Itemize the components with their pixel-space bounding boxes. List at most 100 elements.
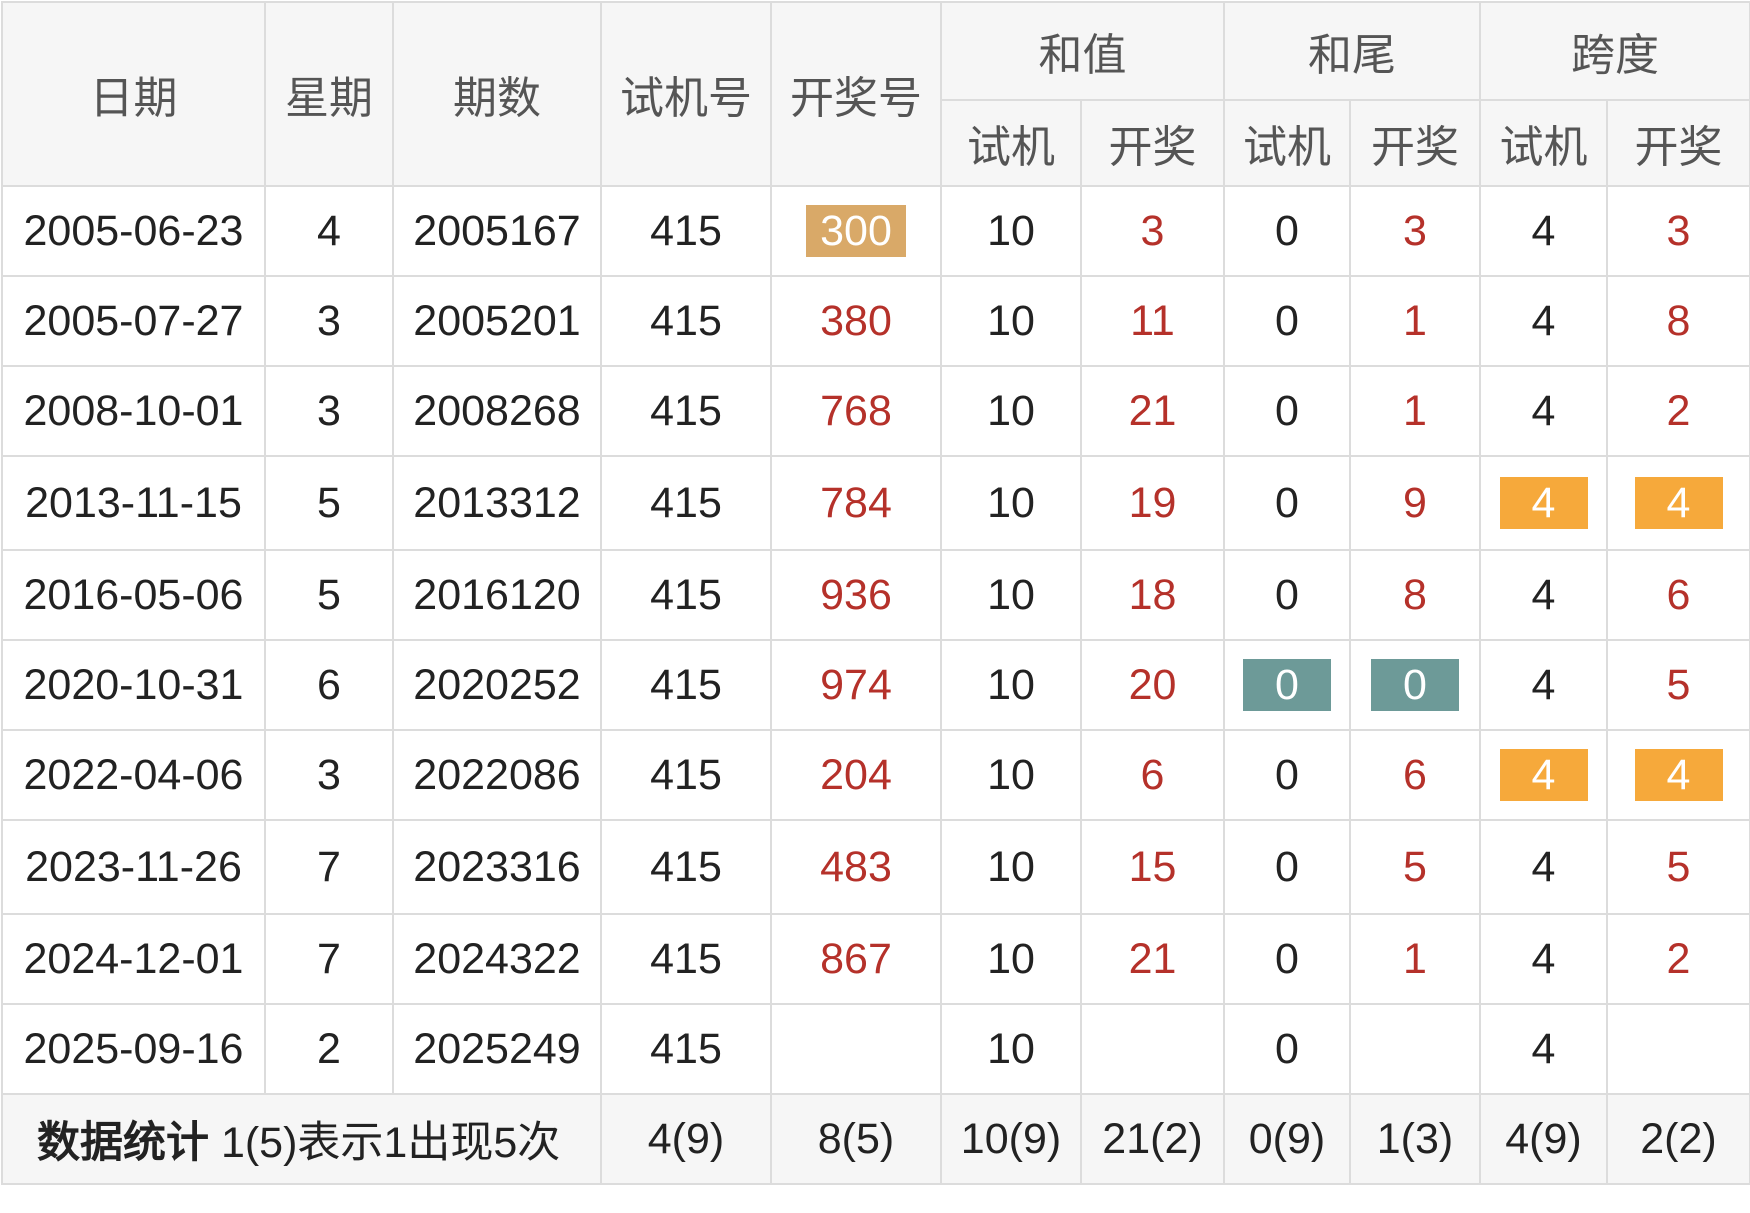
cell-draw-number: 784 xyxy=(770,455,942,551)
cell-sum-test: 10 xyxy=(940,275,1082,367)
cell-issue: 2016120 xyxy=(392,549,602,641)
lottery-history-table: 日期 星期 期数 试机号 开奖号 和值 和尾 跨度 试机 开奖 试机 开奖 试机… xyxy=(1,1,1750,1185)
cell-sum-draw: 20 xyxy=(1080,639,1225,731)
highlight-badge: 300 xyxy=(806,205,906,257)
cell-date: 2024-12-01 xyxy=(1,913,266,1005)
cell-draw-number: 204 xyxy=(770,729,942,821)
stats-sum-draw: 21(2) xyxy=(1080,1093,1225,1185)
cell-test-number: 415 xyxy=(600,819,772,915)
stats-span-test: 4(9) xyxy=(1479,1093,1608,1185)
stats-draw: 8(5) xyxy=(770,1093,942,1185)
cell-draw-number: 768 xyxy=(770,365,942,457)
cell-tail-test: 0 xyxy=(1223,365,1351,457)
highlight-badge: 0 xyxy=(1243,659,1331,711)
cell-test-number: 415 xyxy=(600,639,772,731)
cell-date: 2020-10-31 xyxy=(1,639,266,731)
cell-sum-test: 10 xyxy=(940,365,1082,457)
cell-weekday: 5 xyxy=(264,549,394,641)
cell-test-number: 415 xyxy=(600,1003,772,1095)
cell-weekday: 6 xyxy=(264,639,394,731)
cell-date: 2023-11-26 xyxy=(1,819,266,915)
cell-tail-test: 0 xyxy=(1223,819,1351,915)
cell-tail-test: 0 xyxy=(1223,913,1351,1005)
cell-weekday: 3 xyxy=(264,365,394,457)
cell-draw-number: 483 xyxy=(770,819,942,915)
cell-sum-test: 10 xyxy=(940,549,1082,641)
cell-date: 2013-11-15 xyxy=(1,455,266,551)
cell-span-test: 4 xyxy=(1479,729,1608,821)
cell-weekday: 3 xyxy=(264,275,394,367)
cell-test-number: 415 xyxy=(600,913,772,1005)
cell-weekday: 7 xyxy=(264,913,394,1005)
cell-sum-draw: 21 xyxy=(1080,365,1225,457)
cell-weekday: 3 xyxy=(264,729,394,821)
stats-note: 1(5)表示1出现5次 xyxy=(220,1119,561,1167)
table-row: 2022-04-06 3 2022086 415 204 10 6 0 6 4 … xyxy=(1,729,1750,821)
cell-sum-test: 10 xyxy=(940,729,1082,821)
cell-test-number: 415 xyxy=(600,275,772,367)
cell-span-test: 4 xyxy=(1479,549,1608,641)
stats-label: 数据统计 xyxy=(37,1119,209,1167)
cell-weekday: 7 xyxy=(264,819,394,915)
header-test-number: 试机号 xyxy=(600,1,772,187)
cell-tail-draw: 0 xyxy=(1349,639,1481,731)
header-draw-number: 开奖号 xyxy=(770,1,942,187)
cell-test-number: 415 xyxy=(600,455,772,551)
highlight-badge: 4 xyxy=(1499,749,1588,801)
cell-span-test: 4 xyxy=(1479,455,1608,551)
cell-draw-number: 300 xyxy=(770,185,942,277)
cell-span-test: 4 xyxy=(1479,819,1608,915)
header-tail-draw: 开奖 xyxy=(1349,99,1481,187)
cell-issue: 2005167 xyxy=(392,185,602,277)
cell-tail-draw: 6 xyxy=(1349,729,1481,821)
cell-span-draw: 3 xyxy=(1606,185,1750,277)
header-tail-test: 试机 xyxy=(1223,99,1351,187)
cell-sum-test: 10 xyxy=(940,1003,1082,1095)
cell-draw-number: 974 xyxy=(770,639,942,731)
cell-tail-test: 0 xyxy=(1223,549,1351,641)
cell-tail-draw: 8 xyxy=(1349,549,1481,641)
cell-tail-draw: 9 xyxy=(1349,455,1481,551)
header-weekday: 星期 xyxy=(264,1,394,187)
cell-span-draw: 4 xyxy=(1606,729,1750,821)
cell-sum-draw: 3 xyxy=(1080,185,1225,277)
cell-tail-test: 0 xyxy=(1223,1003,1351,1095)
stats-tail-test: 0(9) xyxy=(1223,1093,1351,1185)
cell-date: 2025-09-16 xyxy=(1,1003,266,1095)
cell-tail-draw: 3 xyxy=(1349,185,1481,277)
cell-sum-draw: 15 xyxy=(1080,819,1225,915)
cell-issue: 2020252 xyxy=(392,639,602,731)
table-row: 2008-10-01 3 2008268 415 768 10 21 0 1 4… xyxy=(1,365,1750,457)
stats-row: 数据统计 1(5)表示1出现5次 4(9) 8(5) 10(9) 21(2) 0… xyxy=(1,1093,1750,1185)
cell-sum-test: 10 xyxy=(940,819,1082,915)
cell-tail-test: 0 xyxy=(1223,729,1351,821)
header-sum-tail: 和尾 xyxy=(1223,1,1481,101)
cell-span-test: 4 xyxy=(1479,1003,1608,1095)
cell-span-draw: 4 xyxy=(1606,455,1750,551)
table-row: 2020-10-31 6 2020252 415 974 10 20 0 0 4… xyxy=(1,639,1750,731)
cell-sum-test: 10 xyxy=(940,913,1082,1005)
cell-span-draw: 2 xyxy=(1606,913,1750,1005)
cell-issue: 2022086 xyxy=(392,729,602,821)
cell-sum-draw: 19 xyxy=(1080,455,1225,551)
table-row: 2025-09-16 2 2025249 415 10 0 4 xyxy=(1,1003,1750,1095)
highlight-badge: 4 xyxy=(1499,477,1588,529)
cell-issue: 2013312 xyxy=(392,455,602,551)
cell-issue: 2005201 xyxy=(392,275,602,367)
cell-sum-draw: 11 xyxy=(1080,275,1225,367)
cell-weekday: 4 xyxy=(264,185,394,277)
cell-span-test: 4 xyxy=(1479,185,1608,277)
table-row: 2005-06-23 4 2005167 415 300 10 3 0 3 4 … xyxy=(1,185,1750,277)
stats-sum-test: 10(9) xyxy=(940,1093,1082,1185)
cell-draw-number: 936 xyxy=(770,549,942,641)
cell-tail-draw: 5 xyxy=(1349,819,1481,915)
stats-label-cell: 数据统计 1(5)表示1出现5次 xyxy=(1,1093,602,1185)
highlight-badge: 4 xyxy=(1634,477,1723,529)
cell-sum-draw: 6 xyxy=(1080,729,1225,821)
cell-tail-test: 0 xyxy=(1223,275,1351,367)
highlight-badge: 4 xyxy=(1634,749,1723,801)
cell-weekday: 2 xyxy=(264,1003,394,1095)
cell-tail-test: 0 xyxy=(1223,455,1351,551)
cell-date: 2008-10-01 xyxy=(1,365,266,457)
cell-issue: 2023316 xyxy=(392,819,602,915)
